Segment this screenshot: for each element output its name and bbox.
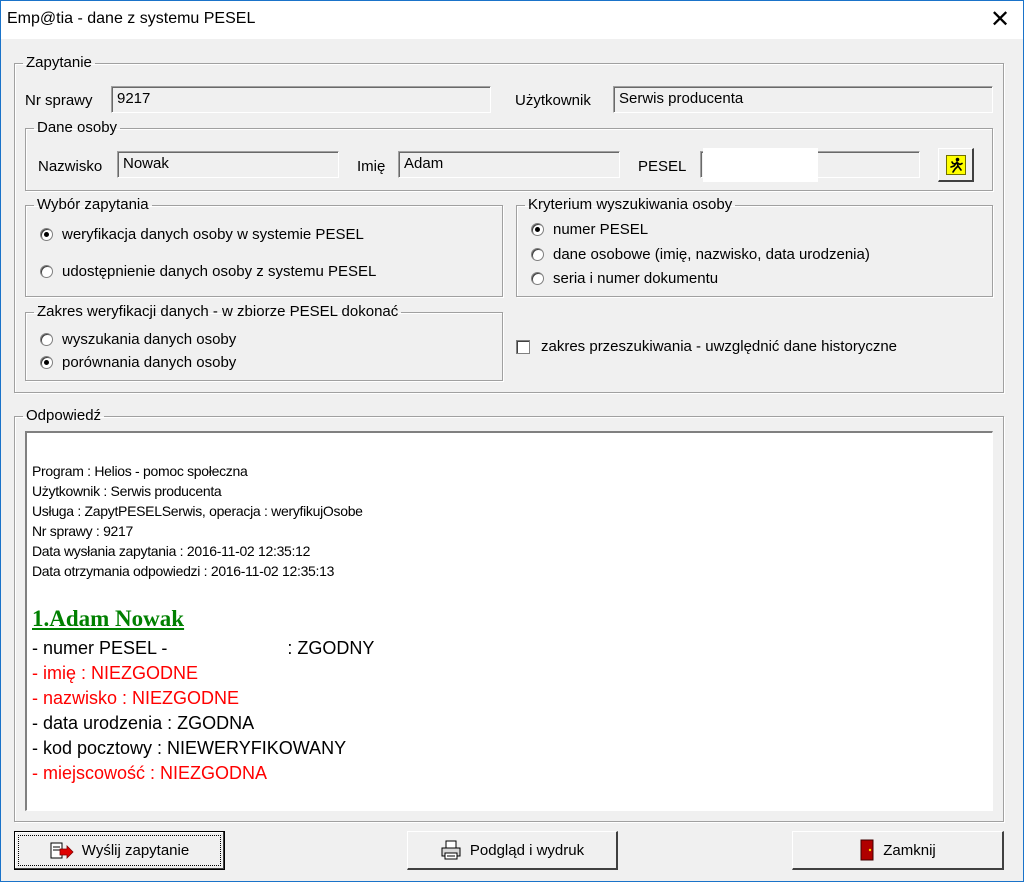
radio-wyszukania[interactable]: wyszukania danych osoby <box>40 331 236 348</box>
radio-seria-dokumentu[interactable]: seria i numer dokumentu <box>531 270 718 287</box>
meta-line-data-wyslania: Data wysłania zapytania : 2016-11-02 12:… <box>32 543 311 559</box>
uzytkownik-label: Użytkownik <box>515 92 591 109</box>
meta-line-program: Program : Helios - pomoc społeczna <box>32 463 248 479</box>
radio-weryfikacja-label: weryfikacja danych osoby w systemie PESE… <box>62 226 364 243</box>
printer-icon <box>440 840 462 860</box>
zapytanie-legend: Zapytanie <box>26 54 92 71</box>
wybor-zapytania-legend: Wybór zapytania <box>37 196 149 213</box>
result-numer-pesel: - numer PESEL - : ZGODNY <box>32 638 375 658</box>
dialog-window: Emp@tia - dane z systemu PESEL ✕ Zapytan… <box>0 0 1024 882</box>
result-nazwisko: - nazwisko : NIEZGODNE <box>32 688 240 708</box>
radio-numer-pesel-label: numer PESEL <box>553 221 649 238</box>
radio-dane-osobowe-label: dane osobowe (imię, nazwisko, data urodz… <box>553 246 870 263</box>
radio-numer-pesel[interactable]: numer PESEL <box>531 221 648 238</box>
radio-udostepnienie[interactable]: udostępnienie danych osoby z systemu PES… <box>40 263 376 280</box>
result-miejscowosc: - miejscowość : NIEZGODNA <box>32 763 268 783</box>
meta-line-data-otrzymania: Data otrzymania odpowiedzi : 2016-11-02 … <box>32 563 335 579</box>
send-query-button[interactable]: Wyślij zapytanie <box>14 831 225 870</box>
historyczne-checkbox[interactable] <box>516 339 530 354</box>
meta-line-usluga: Usługa : ZapytPESELSerwis, operacja : we… <box>32 503 363 519</box>
meta-line-nr-sprawy: Nr sprawy : 9217 <box>32 523 134 539</box>
result-imie: - imię : NIEZGODNE <box>32 663 199 683</box>
zakres-weryfikacji-legend: Zakres weryfikacji danych - w zbiorze PE… <box>37 303 399 320</box>
radio-porownania-label: porównania danych osoby <box>62 354 237 371</box>
imie-field: Adam <box>398 151 620 178</box>
radio-wyszukania-label: wyszukania danych osoby <box>62 331 237 348</box>
historyczne-label: zakres przeszukiwania - uwzględnić dane … <box>541 338 898 355</box>
uzytkownik-field: Serwis producenta <box>613 86 993 113</box>
window-title: Emp@tia - dane z systemu PESEL <box>7 10 256 27</box>
pesel-redaction <box>703 148 818 182</box>
response-meta: Program : Helios - pomoc społeczna Użytk… <box>32 461 363 581</box>
preview-print-label: Podgląd i wydruk <box>469 841 585 859</box>
radio-button[interactable] <box>531 223 544 236</box>
nr-sprawy-field: 9217 <box>111 86 491 113</box>
nazwisko-field: Nowak <box>117 151 339 178</box>
pesel-label: PESEL <box>638 158 687 175</box>
result-data-urodzenia: - data urodzenia : ZGODNA <box>32 713 255 733</box>
radio-dane-osobowe[interactable]: dane osobowe (imię, nazwisko, data urodz… <box>531 246 870 263</box>
close-button[interactable]: Zamknij <box>792 831 1004 870</box>
odpowiedz-legend: Odpowiedź <box>26 407 102 424</box>
radio-button[interactable] <box>531 272 544 285</box>
exit-door-icon <box>859 839 875 861</box>
radio-udostepnienie-label: udostępnienie danych osoby z systemu PES… <box>62 263 377 280</box>
historyczne-checkbox-row[interactable]: zakres przeszukiwania - uwzględnić dane … <box>516 338 897 355</box>
result-kod-pocztowy: - kod pocztowy : NIEWERYFIKOWANY <box>32 738 347 758</box>
verification-results: - numer PESEL - : ZGODNY - imię : NIEZGO… <box>32 636 374 786</box>
nazwisko-label: Nazwisko <box>38 158 103 175</box>
radio-button[interactable] <box>40 356 53 369</box>
radio-seria-dokumentu-label: seria i numer dokumentu <box>553 270 719 287</box>
dane-osoby-legend: Dane osoby <box>37 119 118 136</box>
response-area[interactable]: Program : Helios - pomoc społeczna Użytk… <box>25 431 993 811</box>
wybor-zapytania-group: Wybór zapytania <box>25 197 503 297</box>
send-query-label: Wyślij zapytanie <box>81 842 190 859</box>
kryterium-legend: Kryterium wyszukiwania osoby <box>528 196 733 213</box>
close-label: Zamknij <box>883 841 936 859</box>
radio-button[interactable] <box>531 248 544 261</box>
search-person-button[interactable] <box>938 148 974 182</box>
radio-weryfikacja[interactable]: weryfikacja danych osoby w systemie PESE… <box>40 226 364 243</box>
running-man-icon <box>945 154 966 175</box>
imie-label: Imię <box>357 158 386 175</box>
radio-button[interactable] <box>40 333 53 346</box>
radio-porownania[interactable]: porównania danych osoby <box>40 354 236 371</box>
nr-sprawy-label: Nr sprawy <box>25 92 93 109</box>
person-heading: 1.Adam Nowak <box>32 606 185 631</box>
send-arrow-icon <box>50 841 74 861</box>
title-bar: Emp@tia - dane z systemu PESEL ✕ <box>1 1 1023 39</box>
radio-button[interactable] <box>40 228 53 241</box>
close-icon[interactable]: ✕ <box>977 1 1023 39</box>
preview-print-button[interactable]: Podgląd i wydruk <box>407 831 618 870</box>
meta-line-uzytkownik: Użytkownik : Serwis producenta <box>32 483 222 499</box>
radio-button[interactable] <box>40 265 53 278</box>
